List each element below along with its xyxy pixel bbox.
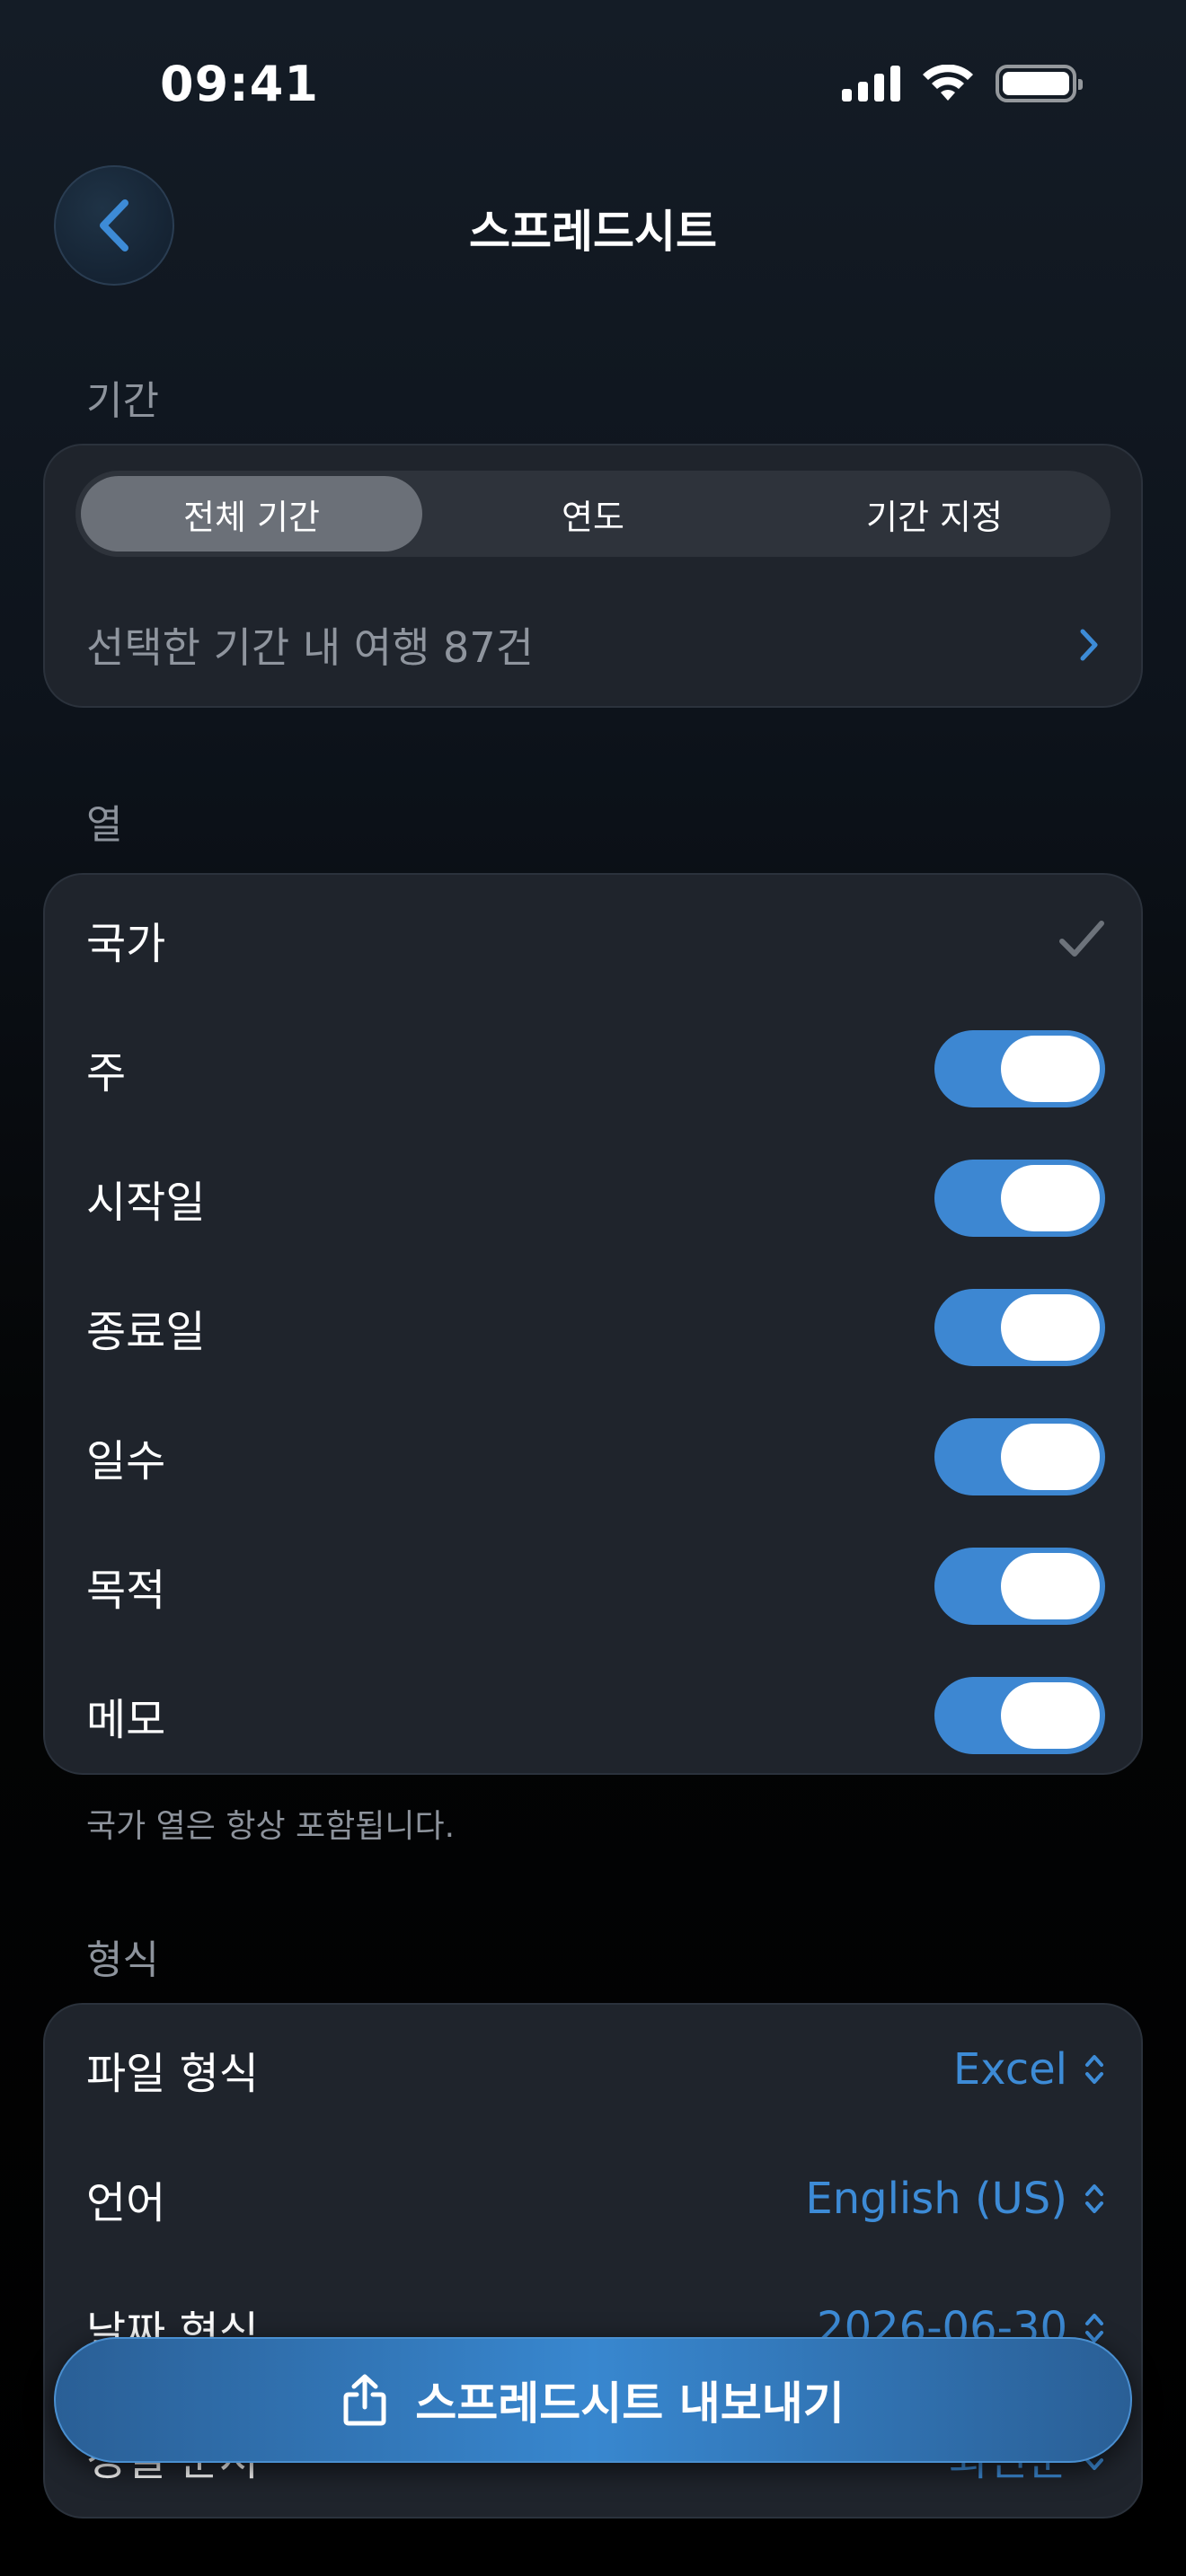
column-label: 메모 [86, 1695, 166, 1745]
export-button-label: 스프레드시트 내보내기 [415, 2378, 845, 2430]
status-time: 09:41 [160, 56, 319, 112]
status-icons [842, 65, 1083, 102]
memo-toggle[interactable] [934, 1677, 1105, 1754]
end-date-toggle[interactable] [934, 1289, 1105, 1366]
export-spreadsheet-button[interactable]: 스프레드시트 내보내기 [54, 2337, 1132, 2463]
period-segmented-control: 전체 기간 연도 기간 지정 [75, 471, 1111, 557]
column-row-purpose: 목적 [45, 1522, 1141, 1651]
days-toggle[interactable] [934, 1418, 1105, 1495]
column-row-memo: 메모 [45, 1651, 1141, 1780]
segment-custom-range[interactable]: 기간 지정 [764, 476, 1105, 551]
column-row-start-date: 시작일 [45, 1134, 1141, 1263]
chevron-up-down-icon [1085, 2055, 1103, 2084]
language-row[interactable]: 언어 English (US) [45, 2134, 1141, 2263]
cellular-signal-icon [842, 66, 900, 101]
checkmark-icon [1059, 921, 1104, 957]
column-label: 국가 [86, 919, 166, 969]
wifi-icon [923, 65, 973, 101]
language-value: English (US) [805, 2174, 1067, 2224]
share-icon [343, 2374, 386, 2426]
page-title: 스프레드시트 [469, 206, 717, 258]
chevron-up-down-icon [1085, 2184, 1103, 2213]
chevron-right-icon [1080, 629, 1098, 661]
start-date-toggle[interactable] [934, 1160, 1105, 1237]
period-section-label: 기간 [86, 378, 159, 424]
column-label: 일수 [86, 1436, 166, 1486]
segment-all-period[interactable]: 전체 기간 [81, 476, 422, 551]
column-row-country: 국가 [45, 875, 1141, 1004]
column-label: 목적 [86, 1566, 166, 1616]
column-label: 시작일 [86, 1178, 206, 1228]
column-row-days: 일수 [45, 1392, 1141, 1522]
file-format-row[interactable]: 파일 형식 Excel [45, 2005, 1141, 2134]
format-row-label: 파일 형식 [86, 2049, 259, 2099]
format-section-label: 형식 [86, 1937, 159, 1983]
screen: 09:41 스프레드시트 기간 전체 기간 연도 기간 지정 선택한 기간 내 … [0, 0, 1186, 2576]
trip-count-row[interactable]: 선택한 기간 내 여행 87건 [45, 589, 1141, 701]
period-card: 전체 기간 연도 기간 지정 선택한 기간 내 여행 87건 [43, 444, 1143, 708]
file-format-value: Excel [952, 2044, 1067, 2095]
purpose-toggle[interactable] [934, 1548, 1105, 1625]
columns-footnote: 국가 열은 항상 포함됩니다. [86, 1808, 456, 1845]
battery-icon [996, 65, 1083, 102]
format-row-label: 언어 [86, 2178, 166, 2228]
column-row-state: 주 [45, 1004, 1141, 1134]
columns-section-label: 열 [86, 802, 123, 848]
state-toggle[interactable] [934, 1030, 1105, 1107]
column-label: 주 [86, 1048, 127, 1098]
segment-year[interactable]: 연도 [422, 476, 764, 551]
columns-card: 국가 주 시작일 종료일 일수 목적 메모 [43, 873, 1143, 1775]
column-label: 종료일 [86, 1307, 206, 1357]
column-row-end-date: 종료일 [45, 1263, 1141, 1392]
trip-count-text: 선택한 기간 내 여행 87건 [86, 623, 534, 672]
